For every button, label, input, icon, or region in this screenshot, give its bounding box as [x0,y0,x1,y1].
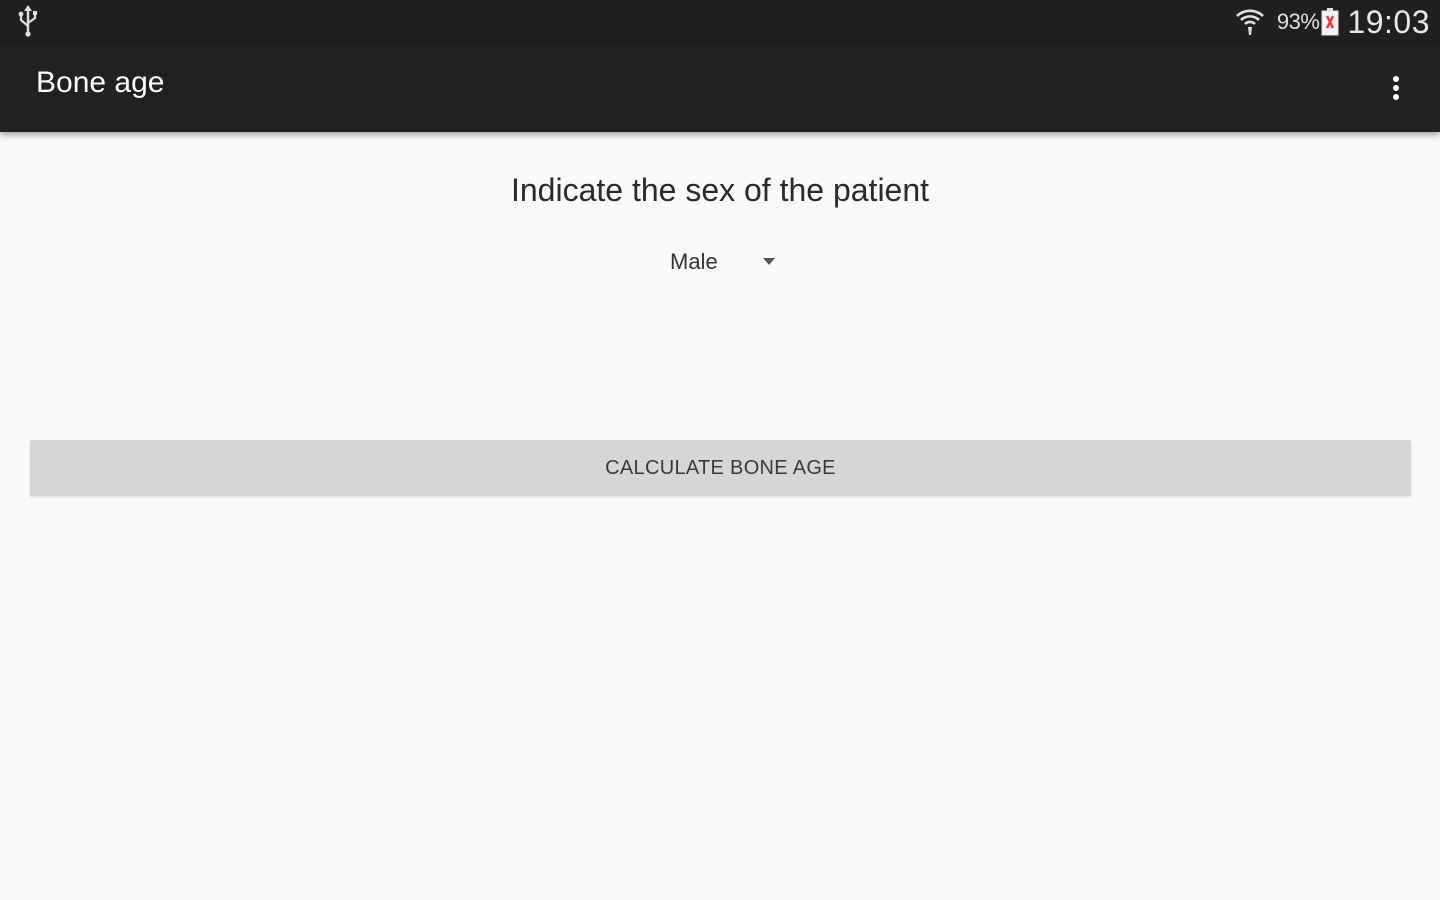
clock: 19:03 [1347,3,1430,40]
battery-percent: 93% [1276,9,1320,34]
status-indicators: 93% 19:03 [1235,0,1430,44]
battery-charging-icon [1321,8,1339,36]
status-bar: 93% 19:03 [0,0,1440,44]
calculate-bone-age-button[interactable]: CALCULATE BONE AGE [30,440,1411,496]
calculate-button-label: CALCULATE BONE AGE [605,456,836,479]
app-bar: Bone age [0,44,1440,132]
more-vertical-icon [1393,76,1399,100]
wifi-icon [1235,9,1264,35]
sex-dropdown[interactable]: Male [660,240,790,284]
dropdown-arrow-icon [763,258,775,265]
app-title: Bone age [36,66,165,99]
overflow-menu-button[interactable] [1376,64,1416,112]
sex-prompt: Indicate the sex of the patient [510,172,930,208]
main-content: Indicate the sex of the patient Male CAL… [0,132,1440,900]
sex-dropdown-value: Male [670,249,718,274]
app-screen: 93% 19:03 Bone age Indicate the sex of t… [0,0,1440,900]
usb-icon [18,5,37,37]
